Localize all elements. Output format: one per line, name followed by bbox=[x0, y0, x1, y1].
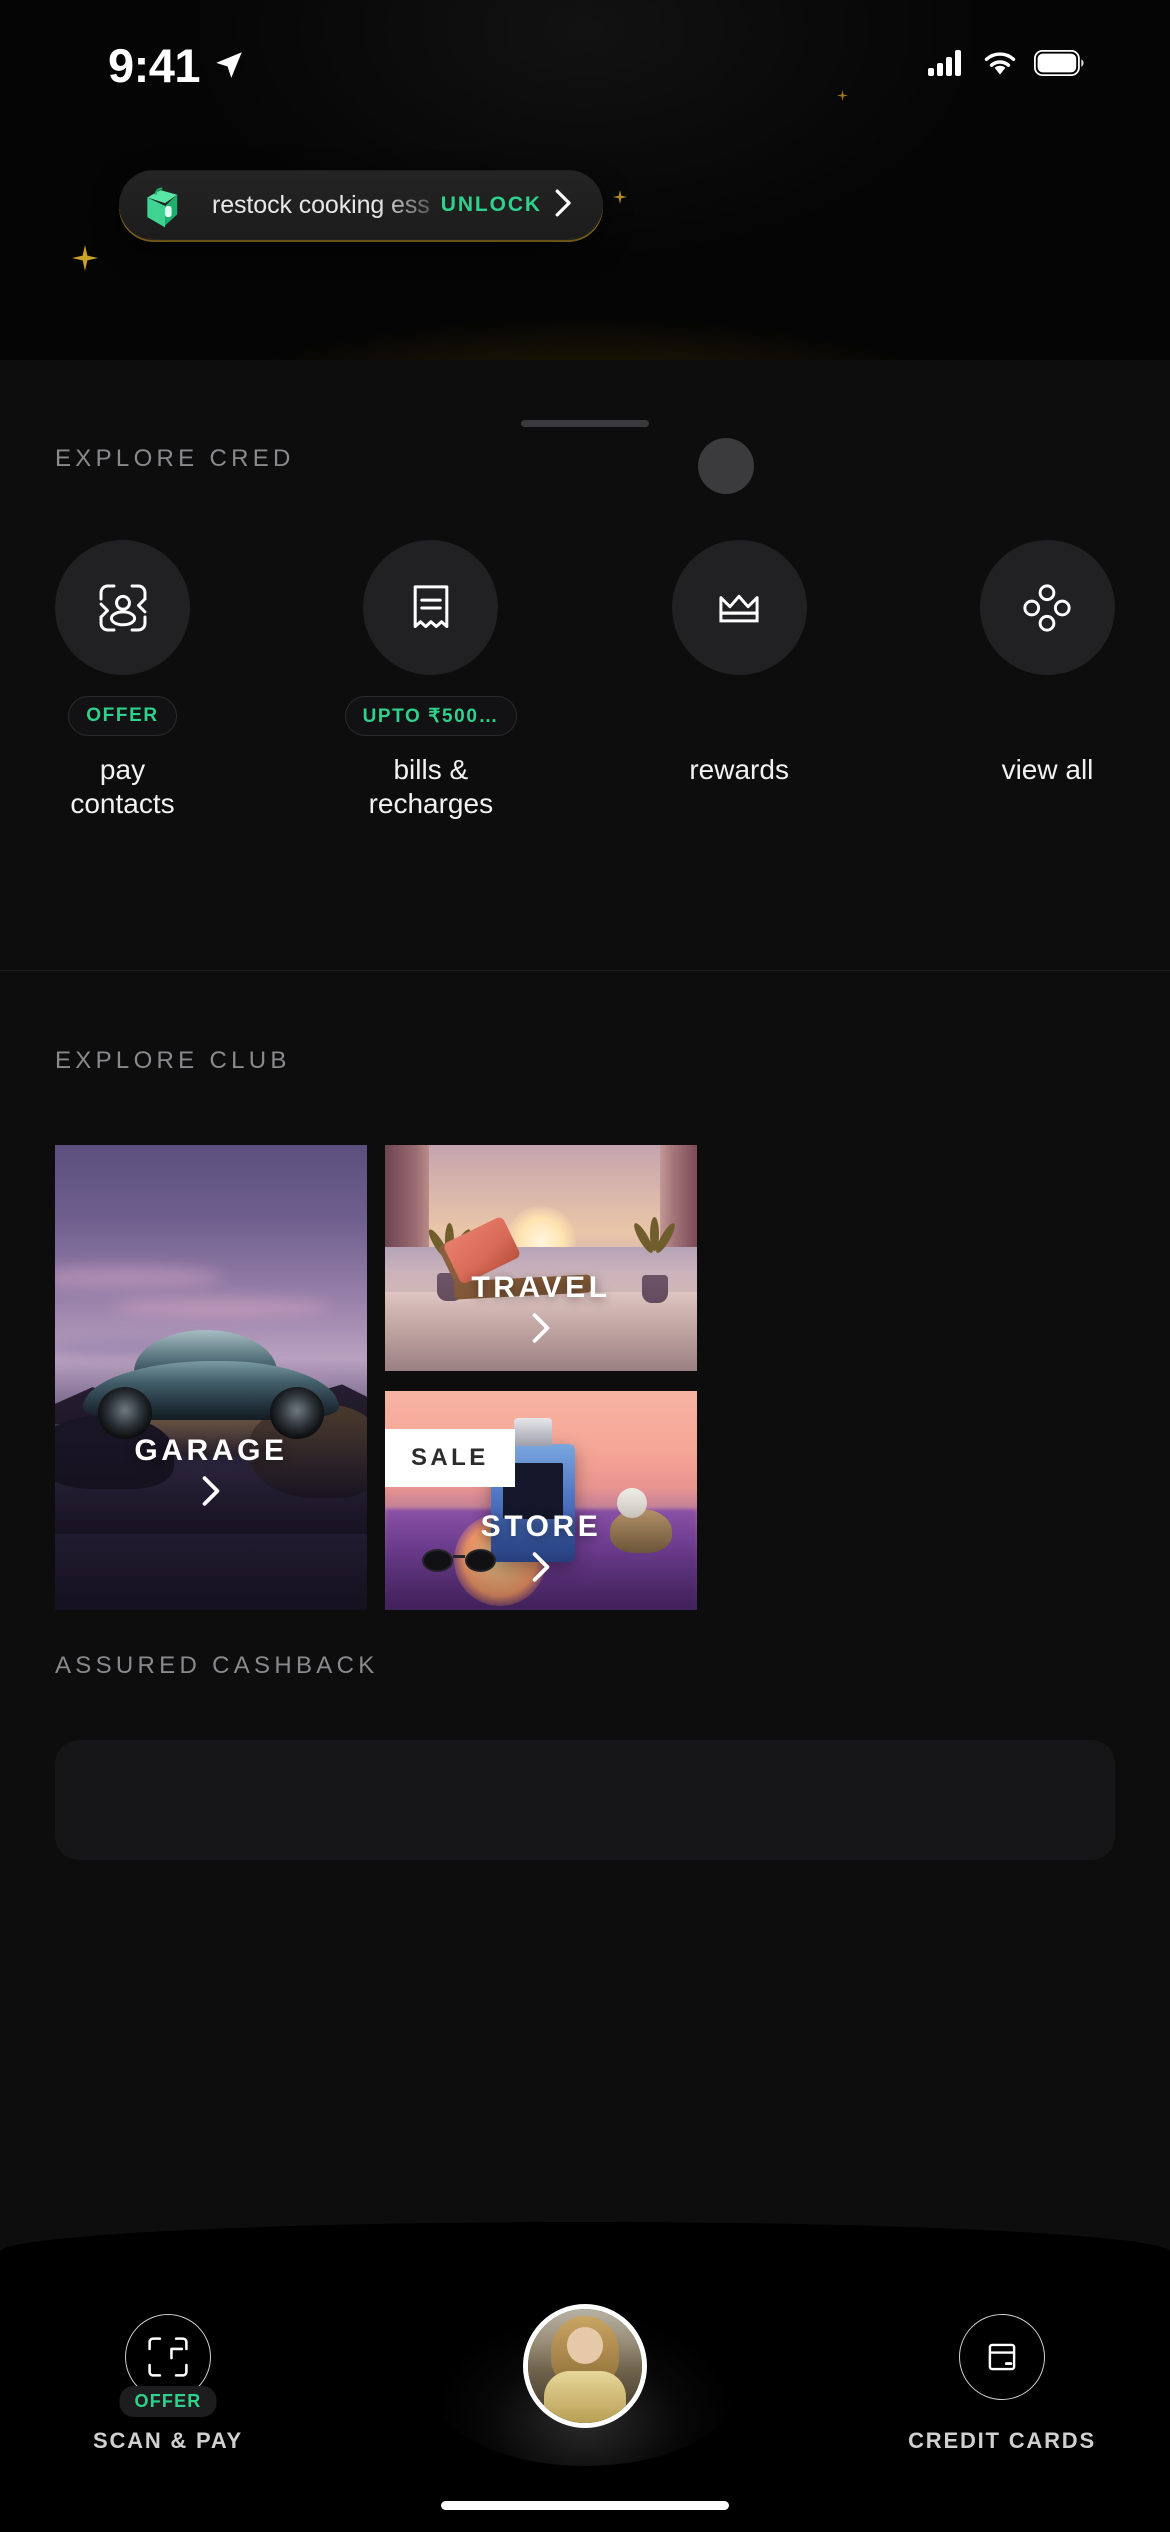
sheet-accessory-dot[interactable] bbox=[698, 438, 754, 494]
nav-item-credit-cards[interactable]: CREDIT CARDS bbox=[908, 2314, 1094, 2454]
credit-card-icon bbox=[959, 2314, 1045, 2400]
explore-club-grid: GARAGE TRAVEL SALE STORE bbox=[55, 1145, 1115, 1610]
battery-full-icon bbox=[1033, 49, 1084, 81]
status-bar-left: 9:41 bbox=[108, 42, 246, 89]
bottom-nav-bar: OFFER SCAN & PAY CREDIT CARDS bbox=[0, 2222, 1170, 2532]
assured-cashback-title: ASSURED CASHBACK bbox=[55, 1652, 379, 1679]
nav-label-scan-pay: SCAN & PAY bbox=[92, 2428, 244, 2453]
explore-club-title: EXPLORE CLUB bbox=[55, 1047, 291, 1074]
sparkle-icon bbox=[72, 245, 98, 276]
location-arrow-icon bbox=[212, 48, 246, 82]
travel-artwork bbox=[385, 1145, 697, 1371]
explore-cred-title: EXPLORE CRED bbox=[55, 445, 295, 472]
store-artwork bbox=[385, 1391, 697, 1610]
sparkle-icon bbox=[613, 190, 627, 209]
offer-banner-text: restock cooking ess bbox=[212, 190, 430, 219]
offer-banner[interactable]: restock cooking ess UNLOCK bbox=[119, 170, 603, 240]
status-bar: 9:41 bbox=[0, 0, 1170, 130]
assured-cashback-strip[interactable] bbox=[55, 1740, 1115, 1860]
sale-badge: SALE bbox=[385, 1429, 515, 1487]
sheet-grabber[interactable] bbox=[521, 420, 649, 427]
quick-action-bills-recharges[interactable]: UPTO ₹500… bills & recharges bbox=[344, 540, 518, 820]
four-dots-icon bbox=[979, 540, 1115, 675]
profile-avatar[interactable] bbox=[523, 2304, 647, 2428]
status-bar-right bbox=[928, 49, 1084, 81]
quick-action-badge: OFFER bbox=[68, 696, 177, 736]
club-card-store[interactable]: SALE STORE bbox=[385, 1391, 697, 1610]
pay-contacts-icon bbox=[55, 540, 190, 675]
shopping-bag-icon bbox=[120, 177, 212, 233]
nav-item-scan-pay[interactable]: OFFER SCAN & PAY bbox=[88, 2314, 248, 2454]
sunglasses-illustration bbox=[422, 1548, 497, 1575]
quick-action-label: bills & recharges bbox=[368, 754, 494, 819]
avatar-image bbox=[528, 2309, 642, 2423]
cellular-bars-icon bbox=[928, 49, 966, 81]
unlock-button[interactable]: UNLOCK bbox=[440, 188, 602, 222]
quick-action-view-all[interactable]: view all bbox=[979, 540, 1115, 820]
nav-label-credit-cards: CREDIT CARDS bbox=[908, 2428, 1096, 2453]
plant-illustration bbox=[631, 1217, 678, 1304]
quick-action-label: view all bbox=[1001, 754, 1094, 785]
lounger-illustration bbox=[437, 1215, 592, 1308]
crown-icon bbox=[671, 540, 807, 675]
scan-pay-icon: OFFER bbox=[119, 2314, 217, 2417]
car-illustration bbox=[83, 1330, 339, 1442]
quick-action-label: pay contacts bbox=[70, 754, 175, 819]
quick-action-label: rewards bbox=[689, 754, 789, 785]
status-time: 9:41 bbox=[108, 38, 201, 92]
quick-action-rewards[interactable]: rewards bbox=[671, 540, 807, 820]
chevron-right-icon bbox=[555, 188, 572, 222]
quick-action-pay-contacts[interactable]: OFFER pay contacts bbox=[55, 540, 190, 820]
quick-action-badge: UPTO ₹500… bbox=[344, 696, 518, 736]
wifi-icon bbox=[982, 50, 1018, 81]
section-divider bbox=[0, 970, 1170, 971]
club-card-travel[interactable]: TRAVEL bbox=[385, 1145, 697, 1371]
club-card-garage[interactable]: GARAGE bbox=[55, 1145, 367, 1610]
explore-cred-row: OFFER pay contacts UPTO ₹500… bills & re… bbox=[0, 540, 1170, 820]
home-indicator bbox=[441, 2501, 729, 2510]
nav-offer-badge: OFFER bbox=[119, 2386, 217, 2417]
garage-artwork bbox=[55, 1145, 367, 1610]
receipt-icon bbox=[363, 540, 499, 675]
unlock-label: UNLOCK bbox=[440, 193, 542, 216]
